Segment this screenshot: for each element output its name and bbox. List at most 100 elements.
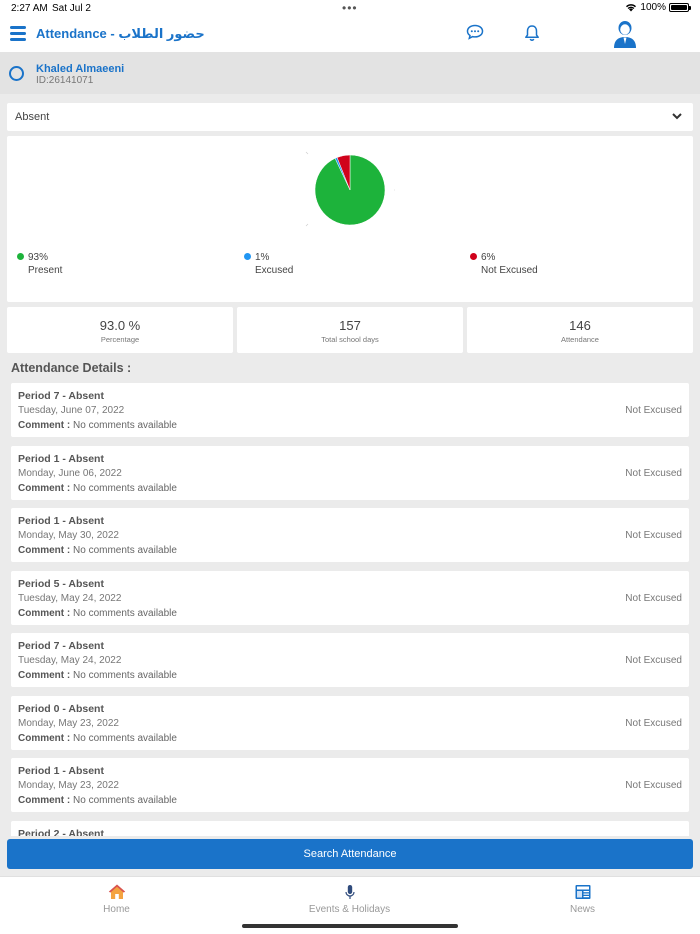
- user-avatar-icon[interactable]: [613, 20, 637, 48]
- stat-caption: Percentage: [100, 335, 140, 344]
- app-header: Attendance - حضور الطلاب: [0, 18, 700, 52]
- record-period: Period 5 - Absent: [18, 577, 104, 590]
- tab-label: News: [569, 904, 595, 915]
- tab-home[interactable]: Home: [0, 883, 233, 915]
- attendance-details-heading: Attendance Details :: [11, 361, 132, 375]
- battery-percent: 100%: [640, 2, 666, 13]
- record-date: Monday, June 06, 2022: [18, 467, 122, 479]
- chat-icon[interactable]: [466, 24, 484, 40]
- wifi-icon: [626, 4, 637, 12]
- list-item[interactable]: Period 5 - Absent Tuesday, May 24, 2022 …: [11, 570, 689, 625]
- record-status: Not Excused: [625, 530, 682, 541]
- record-period: Period 1 - Absent: [18, 515, 104, 527]
- legend-dot-present: [17, 253, 24, 260]
- record-comment-text: No comments available: [73, 420, 177, 431]
- record-date: Tuesday, June 07, 2022: [18, 405, 125, 416]
- record-comment-text: No comments available: [73, 607, 177, 619]
- record-period: Period 7 - Absent: [18, 390, 104, 402]
- list-item[interactable]: Period 7 - Absent Tuesday, June 07, 2022…: [11, 383, 689, 437]
- record-comment: Comment : No comments available: [18, 670, 177, 681]
- student-id: ID:26141071: [36, 75, 94, 86]
- stat-total-school-days: 157 Total school days: [237, 307, 463, 353]
- chevron-down-icon: [672, 113, 682, 120]
- record-comment-text: No comments available: [73, 732, 177, 744]
- news-icon: [575, 885, 590, 899]
- record-comment: Comment : No comments available: [18, 420, 177, 431]
- record-comment-text: No comments available: [73, 482, 177, 494]
- record-status: Not Excused: [625, 717, 682, 729]
- attendance-filter-dropdown[interactable]: Absent: [7, 103, 693, 131]
- stat-value: 157: [339, 318, 361, 333]
- student-radio-button[interactable]: [9, 66, 24, 81]
- legend-label-present: Present: [28, 265, 63, 276]
- status-bar: 2:27 AM Sat Jul 2 ••• 100%: [0, 0, 700, 18]
- tab-events-holidays[interactable]: Events & Holidays: [233, 883, 466, 915]
- home-indicator[interactable]: [242, 924, 458, 928]
- legend-value-present: 93%: [28, 252, 49, 263]
- record-period: Period 7 - Absent: [18, 640, 104, 652]
- record-comment: Comment : No comments available: [18, 795, 177, 806]
- stat-value: 93.0 %: [99, 318, 141, 333]
- list-item[interactable]: Period 1 - Absent Monday, May 30, 2022 C…: [11, 508, 689, 562]
- comment-label: Comment :: [18, 795, 71, 806]
- record-period: Period 2 - Absent: [18, 827, 104, 837]
- legend-not-excused: 6% Not Excused: [470, 252, 538, 276]
- home-icon: [108, 884, 125, 899]
- legend-excused: 1% Excused: [244, 252, 293, 276]
- comment-label: Comment :: [18, 732, 71, 744]
- tab-label: Events & Holidays: [308, 904, 391, 915]
- battery-icon: [669, 3, 691, 12]
- stat-caption: Total school days: [321, 335, 379, 344]
- comment-label: Comment :: [18, 545, 71, 556]
- filter-selected-value: Absent: [15, 111, 50, 123]
- record-status: Not Excused: [625, 780, 682, 791]
- record-period: Period 0 - Absent: [18, 702, 104, 715]
- stat-percentage: 93.0 % Percentage: [7, 307, 233, 353]
- record-comment: Comment : No comments available: [18, 733, 177, 744]
- record-status: Not Excused: [625, 467, 682, 479]
- comment-label: Comment :: [18, 482, 71, 494]
- record-date: Tuesday, May 24, 2022: [18, 592, 122, 604]
- stat-value: 146: [569, 318, 591, 333]
- student-selector[interactable]: Khaled Almaeeni ID:26141071: [0, 52, 700, 94]
- attendance-records-list[interactable]: Period 7 - Absent Tuesday, June 07, 2022…: [11, 383, 689, 836]
- attendance-pie-chart: [305, 151, 395, 227]
- record-comment-text: No comments available: [73, 670, 177, 681]
- multitasking-dots-icon[interactable]: •••: [342, 1, 358, 15]
- record-status: Not Excused: [625, 405, 682, 416]
- student-name: Khaled Almaeeni: [36, 63, 125, 75]
- search-attendance-button[interactable]: Search Attendance: [7, 839, 693, 869]
- status-date: Sat Jul 2: [52, 3, 91, 14]
- record-status: Not Excused: [625, 655, 682, 666]
- record-period: Period 1 - Absent: [18, 452, 104, 465]
- record-date: Monday, May 23, 2022: [18, 780, 119, 791]
- comment-label: Comment :: [18, 607, 71, 619]
- tab-news[interactable]: News: [466, 883, 699, 915]
- status-time: 2:27 AM: [11, 3, 48, 14]
- stat-attendance: 146 Attendance: [467, 307, 693, 353]
- record-date: Tuesday, May 24, 2022: [18, 655, 122, 666]
- list-item[interactable]: Period 1 - Absent Monday, May 23, 2022 C…: [11, 758, 689, 812]
- record-comment: Comment : No comments available: [18, 545, 177, 556]
- record-date: Monday, May 30, 2022: [18, 530, 119, 541]
- record-status: Not Excused: [625, 592, 682, 604]
- list-item[interactable]: Period 0 - Absent Monday, May 23, 2022 C…: [11, 695, 689, 750]
- record-comment-text: No comments available: [73, 795, 177, 806]
- microphone-icon: [344, 885, 355, 899]
- attendance-chart-card: 93% Present 1% Excused 6% Not Excused: [7, 136, 693, 302]
- tab-label: Home: [103, 904, 130, 915]
- legend-present: 93% Present: [17, 252, 62, 276]
- legend-dot-not-excused: [470, 253, 477, 260]
- legend-dot-excused: [244, 253, 251, 260]
- comment-label: Comment :: [18, 670, 71, 681]
- hamburger-menu-icon[interactable]: [10, 26, 26, 41]
- list-item[interactable]: Period 7 - Absent Tuesday, May 24, 2022 …: [11, 633, 689, 687]
- record-comment: Comment : No comments available: [18, 483, 177, 494]
- legend-label-excused: Excused: [255, 265, 294, 276]
- bell-icon[interactable]: [524, 24, 540, 42]
- legend-label-not-excused: Not Excused: [481, 265, 538, 276]
- record-date: Monday, May 23, 2022: [18, 717, 119, 729]
- list-item[interactable]: Period 1 - Absent Monday, June 06, 2022 …: [11, 445, 689, 500]
- legend-value-excused: 1%: [255, 252, 270, 263]
- list-item[interactable]: Period 2 - Absent: [11, 820, 689, 837]
